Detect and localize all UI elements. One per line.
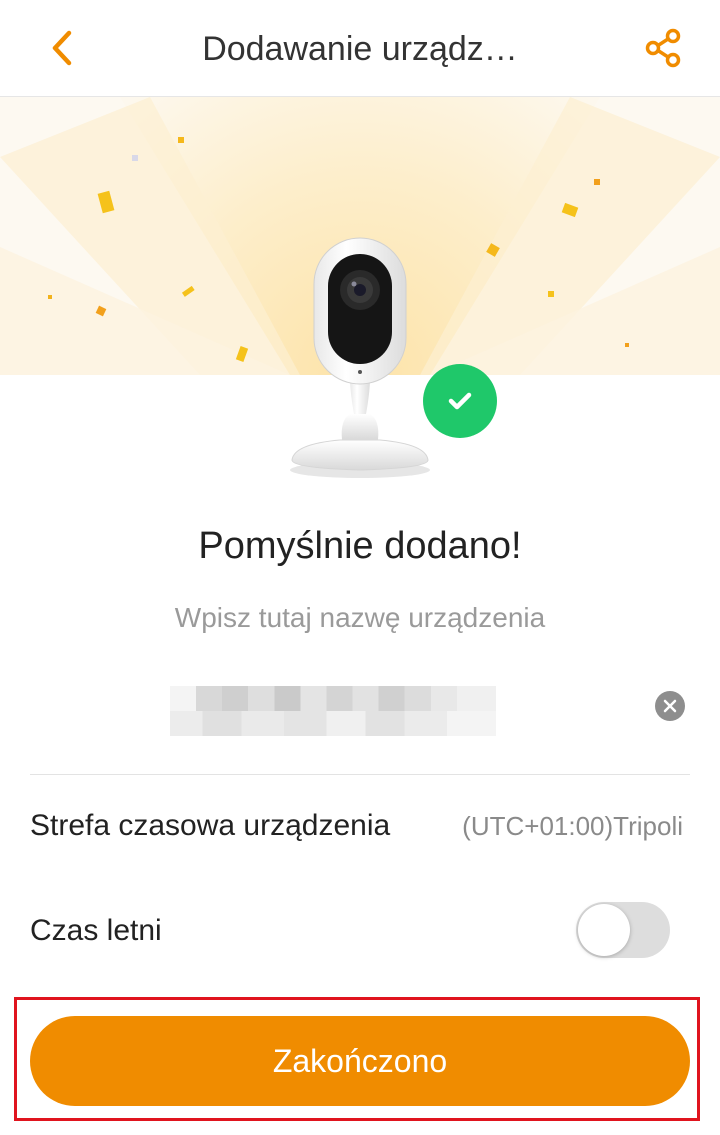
device-name-input[interactable]	[30, 670, 690, 774]
dst-toggle[interactable]	[576, 902, 670, 958]
device-name-hint: Wpisz tutaj nazwę urządzenia	[174, 602, 546, 633]
clear-name-button[interactable]	[655, 691, 685, 721]
timezone-selector[interactable]: (UTC+01:00)Tripoli	[462, 806, 683, 846]
share-icon	[645, 28, 681, 68]
success-badge	[423, 364, 497, 438]
camera-device-image	[280, 232, 440, 482]
clear-icon	[663, 699, 677, 713]
divider	[30, 774, 690, 775]
chevron-left-icon	[52, 30, 72, 66]
device-name-value[interactable]	[170, 686, 496, 736]
finish-button[interactable]: Zakończono	[30, 1016, 690, 1106]
dst-label: Czas letni	[30, 914, 162, 947]
checkmark-icon	[448, 392, 472, 410]
success-title: Pomyślnie dodano!	[198, 525, 522, 567]
back-button[interactable]	[36, 22, 88, 74]
timezone-label: Strefa czasowa urządzenia	[30, 809, 391, 842]
app-header: Dodawanie urządz…	[0, 0, 720, 97]
device-added-screen: Dodawanie urządz… Pomyślnie dodano! Wpis…	[0, 0, 720, 1135]
page-title: Dodawanie urządz…	[202, 30, 518, 68]
share-button[interactable]	[636, 22, 692, 74]
toggle-knob	[578, 904, 630, 956]
